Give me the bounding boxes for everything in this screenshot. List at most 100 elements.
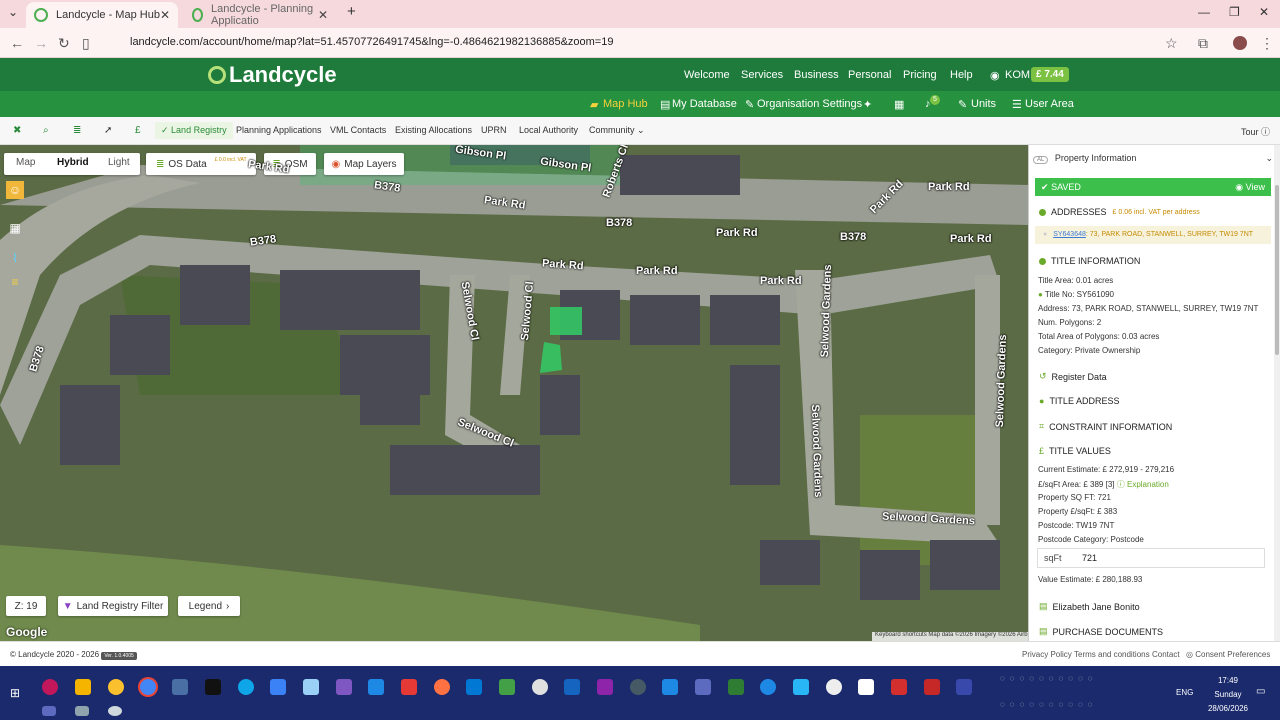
- vscode-icon[interactable]: [368, 679, 384, 695]
- sqft-input[interactable]: sqFt 721: [1037, 548, 1265, 568]
- purchase-documents-section[interactable]: ▤ PURCHASE DOCUMENTS: [1039, 626, 1163, 637]
- subnav-my-database[interactable]: My Database: [672, 98, 737, 110]
- chrome-icon[interactable]: [140, 679, 156, 695]
- layers-icon[interactable]: ≣: [73, 125, 81, 136]
- app-icon[interactable]: [695, 679, 711, 695]
- address-ref-link[interactable]: SY643648: [1053, 231, 1086, 238]
- close-window-icon[interactable]: ✕: [1259, 5, 1269, 19]
- terminal-icon[interactable]: [205, 679, 221, 695]
- owner-section[interactable]: ▤ Elizabeth Jane Bonito: [1039, 601, 1140, 612]
- calculator-icon[interactable]: ▦: [894, 98, 904, 111]
- app-icon[interactable]: [760, 679, 776, 695]
- browser-menu-icon[interactable]: ⋮: [1260, 35, 1274, 52]
- url-field[interactable]: landcycle.com/account/home/map?lat=51.45…: [104, 32, 1192, 54]
- visual-studio-icon[interactable]: [336, 679, 352, 695]
- tab-list-icon[interactable]: ⌄: [8, 5, 18, 19]
- legend-button[interactable]: Legend ›: [178, 596, 240, 616]
- app-icon[interactable]: [42, 706, 56, 716]
- draw-icon[interactable]: ⌇: [6, 249, 24, 267]
- close-tab-icon[interactable]: ✕: [160, 8, 170, 22]
- privacy-policy-link[interactable]: Privacy Policy: [1022, 650, 1072, 659]
- app-icon[interactable]: [532, 679, 548, 695]
- tab-planning-applications[interactable]: Planning Applications: [236, 125, 322, 135]
- nav-personal[interactable]: Personal: [848, 69, 891, 81]
- app-icon[interactable]: [630, 679, 646, 695]
- panel-header[interactable]: AL Property Information ⌄: [1033, 153, 1273, 167]
- address-row[interactable]: ● SY643648: 73, PARK ROAD, STANWELL, SUR…: [1035, 226, 1271, 244]
- map-type-light[interactable]: Light: [108, 157, 130, 168]
- contact-link[interactable]: Contact: [1152, 650, 1180, 659]
- title-values-section[interactable]: £ TITLE VALUES: [1039, 446, 1111, 456]
- file-explorer-icon[interactable]: [75, 679, 91, 695]
- title-address-section[interactable]: ● TITLE ADDRESS: [1039, 396, 1119, 406]
- system-tray-icons[interactable]: ◌◌◌◌◌◌◌◌◌◌: [1000, 674, 1098, 683]
- language-indicator[interactable]: ENG: [1176, 688, 1193, 697]
- tab-land-registry[interactable]: ✓ Land Registry: [155, 122, 233, 139]
- map-layers-button[interactable]: ◉ Map Layers: [324, 153, 404, 175]
- subnav-units[interactable]: Units: [971, 98, 996, 110]
- acrobat-icon[interactable]: [924, 679, 940, 695]
- register-data-section[interactable]: ↺ Register Data: [1039, 371, 1107, 382]
- edge-icon[interactable]: [238, 679, 254, 695]
- consent-preferences-link[interactable]: ◎ Consent Preferences: [1186, 650, 1270, 659]
- acrobat-icon[interactable]: [891, 679, 907, 695]
- measure-icon[interactable]: ≡: [6, 273, 24, 291]
- minimize-icon[interactable]: —: [1198, 5, 1210, 19]
- subnav-map-hub[interactable]: Map Hub: [603, 98, 648, 110]
- app-icon[interactable]: [303, 679, 319, 695]
- restore-icon[interactable]: ❐: [1229, 5, 1240, 19]
- sidebar-icon[interactable]: ▯: [82, 35, 90, 52]
- map-canvas[interactable]: Map Hybrid Light ≣ OS Data £ 0.0 incl. V…: [0, 145, 1028, 641]
- panel-scrollbar[interactable]: [1274, 145, 1280, 641]
- forward-icon[interactable]: →: [34, 35, 48, 51]
- street-view-pegman-icon[interactable]: ☺: [6, 181, 24, 199]
- nav-help[interactable]: Help: [950, 69, 973, 81]
- user-name[interactable]: KOM: [1005, 69, 1030, 81]
- back-icon[interactable]: ←: [10, 35, 24, 51]
- reload-icon[interactable]: ↻: [58, 35, 70, 52]
- cursor-icon[interactable]: ➚: [104, 125, 112, 136]
- map-attribution[interactable]: Keyboard shortcuts Map data ©2026 Imager…: [872, 632, 1028, 641]
- addresses-section[interactable]: ADDRESSES £ 0.06 incl. VAT per address: [1039, 207, 1200, 217]
- scrollbar-thumb[interactable]: [1275, 185, 1279, 355]
- app-icon[interactable]: [401, 679, 417, 695]
- grid-icon[interactable]: ▦: [6, 219, 24, 237]
- app-icon[interactable]: [172, 679, 188, 695]
- outlook-icon[interactable]: [466, 679, 482, 695]
- nav-pricing[interactable]: Pricing: [903, 69, 937, 81]
- app-icon[interactable]: [75, 706, 89, 716]
- subnav-user-area[interactable]: User Area: [1025, 98, 1074, 110]
- search-icon[interactable]: ⌕: [43, 125, 49, 136]
- explanation-link[interactable]: ⓘ Explanation: [1117, 480, 1169, 489]
- view-button[interactable]: ◉ View: [1235, 182, 1265, 193]
- settings-icon[interactable]: [108, 706, 122, 716]
- extensions-icon[interactable]: ⧉: [1198, 35, 1208, 52]
- bookmark-star-icon[interactable]: ☆: [1165, 35, 1178, 52]
- app-icon[interactable]: [499, 679, 515, 695]
- map-type-map[interactable]: Map: [16, 157, 35, 168]
- tab-community[interactable]: Community ⌄: [589, 125, 645, 136]
- app-icon[interactable]: [564, 679, 580, 695]
- landcycle-logo[interactable]: Landcycle: [208, 62, 337, 88]
- expand-icon[interactable]: ✖: [13, 125, 21, 136]
- new-tab-icon[interactable]: +: [347, 3, 356, 20]
- app-icon[interactable]: [108, 679, 124, 695]
- tab-uprn[interactable]: UPRN: [481, 125, 507, 135]
- windows-start-icon[interactable]: ⊞: [10, 686, 20, 700]
- browser-tab-planning[interactable]: Landcycle - Planning Applicatio ✕: [184, 2, 336, 28]
- tour-link[interactable]: Tour ⓘ: [1241, 125, 1270, 138]
- pound-icon[interactable]: £: [135, 125, 141, 136]
- profile-avatar[interactable]: [1233, 36, 1247, 50]
- excel-icon[interactable]: [728, 679, 744, 695]
- app-icon[interactable]: [858, 679, 874, 695]
- chevron-down-icon[interactable]: ⌄: [1265, 153, 1273, 164]
- firefox-icon[interactable]: [434, 679, 450, 695]
- tab-local-authority[interactable]: Local Authority: [519, 125, 578, 135]
- subnav-organisation-settings[interactable]: Organisation Settings: [757, 98, 862, 110]
- nav-services[interactable]: Services: [741, 69, 783, 81]
- credit-badge[interactable]: £ 7.44: [1031, 67, 1069, 82]
- browser-tab-map-hub[interactable]: Landcycle - Map Hub ✕: [26, 2, 178, 28]
- app-icon[interactable]: [42, 679, 58, 695]
- land-registry-filter-button[interactable]: ▼ Land Registry Filter: [58, 596, 168, 616]
- terms-link[interactable]: Terms and conditions: [1074, 650, 1150, 659]
